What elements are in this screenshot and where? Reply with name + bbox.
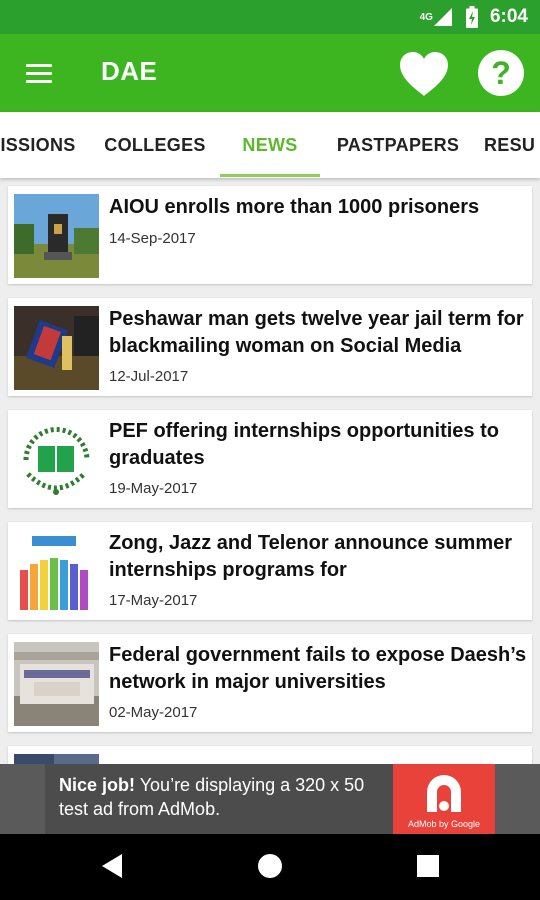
admob-icon (427, 775, 461, 812)
admob-brand: AdMob by Google (407, 819, 481, 829)
signal-indicator: 4G (420, 8, 452, 26)
ad-banner[interactable]: Nice job! You’re displaying a 320 x 50 t… (0, 764, 540, 834)
tab-news[interactable]: NEWS (220, 112, 320, 178)
news-thumbnail (14, 642, 99, 726)
news-thumbnail (14, 306, 99, 390)
app-title: DAE (101, 56, 158, 86)
admob-logo: AdMob by Google (393, 764, 495, 834)
tab-admissions[interactable]: ISSIONS (0, 112, 80, 178)
news-item[interactable]: PEF offering internships opportunities t… (8, 410, 532, 508)
news-title: AIOU enrolls more than 1000 prisoners (109, 196, 480, 218)
heart-icon[interactable] (398, 50, 450, 98)
help-icon[interactable]: ? (476, 48, 526, 98)
news-title: Peshawar man gets twelve year jail term … (109, 308, 524, 357)
ad-headline-bold: Nice job! (59, 775, 136, 795)
navigation-bar (0, 834, 540, 900)
tab-bar: ISSIONS COLLEGES NEWS PASTPAPERS RESU (0, 112, 540, 178)
news-title: Federal government fails to expose Daesh… (109, 644, 527, 693)
clock: 6:04 (489, 6, 528, 27)
news-thumbnail (14, 530, 99, 614)
news-date: 12-Jul-2017 (109, 368, 189, 385)
news-list: AIOU enrolls more than 1000 prisoners 14… (0, 178, 540, 764)
menu-icon[interactable] (22, 59, 56, 87)
tab-colleges[interactable]: COLLEGES (100, 112, 210, 178)
news-date: 14-Sep-2017 (109, 230, 196, 247)
news-item[interactable] (8, 746, 532, 764)
signal-icon (433, 8, 452, 26)
news-item[interactable]: Peshawar man gets twelve year jail term … (8, 298, 532, 396)
news-item[interactable]: Zong, Jazz and Telenor announce summer i… (8, 522, 532, 620)
back-icon[interactable] (100, 852, 126, 880)
svg-text:?: ? (491, 55, 511, 91)
network-type: 4G (419, 12, 433, 23)
recents-icon[interactable] (416, 852, 440, 880)
news-title: PEF offering internships opportunities t… (109, 420, 499, 469)
news-thumbnail (14, 418, 99, 502)
news-item[interactable]: Federal government fails to expose Daesh… (8, 634, 532, 732)
news-item[interactable]: AIOU enrolls more than 1000 prisoners 14… (8, 186, 532, 284)
status-bar: 4G 6:04 (0, 0, 540, 34)
tab-pastpapers[interactable]: PASTPAPERS (330, 112, 466, 178)
battery-icon (465, 6, 478, 28)
app-bar: DAE ? (0, 34, 540, 112)
news-date: 19-May-2017 (109, 480, 198, 497)
ad-text: Nice job! You’re displaying a 320 x 50 t… (59, 773, 389, 821)
tab-indicator (220, 174, 320, 177)
news-date: 17-May-2017 (109, 592, 198, 609)
news-title: Zong, Jazz and Telenor announce summer i… (109, 532, 513, 581)
news-thumbnail (14, 754, 99, 764)
news-date: 02-May-2017 (109, 704, 198, 721)
ad-content: Nice job! You’re displaying a 320 x 50 t… (45, 764, 495, 834)
news-thumbnail (14, 194, 99, 278)
home-icon[interactable] (256, 852, 284, 880)
tab-results[interactable]: RESU (484, 112, 540, 178)
